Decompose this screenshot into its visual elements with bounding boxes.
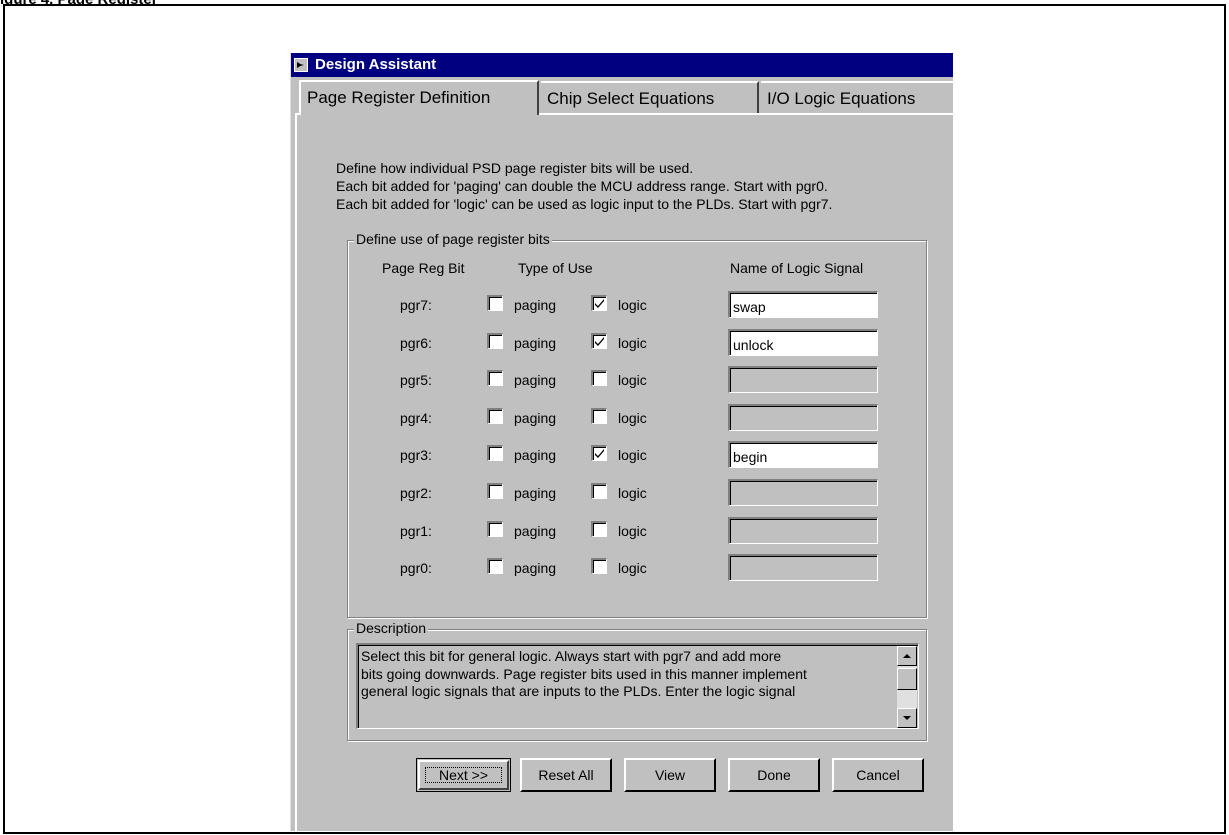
paging-checkbox[interactable] xyxy=(487,483,503,499)
cancel-button[interactable]: Cancel xyxy=(832,758,924,792)
paging-checkbox[interactable] xyxy=(487,370,503,387)
intro-text: Define how individual PSD page register … xyxy=(336,159,832,213)
bit-label: pgr7: xyxy=(400,297,432,313)
description-line: bits going downwards. Page register bits… xyxy=(361,665,807,682)
reset-all-button[interactable]: Reset All xyxy=(520,758,612,792)
next-button-face: Next >> xyxy=(418,760,509,790)
header-page-reg-bit: Page Reg Bit xyxy=(382,260,465,276)
logic-label: logic xyxy=(618,334,647,351)
logic-checkbox[interactable] xyxy=(591,295,607,311)
logic-signal-input[interactable] xyxy=(728,479,878,506)
intro-line: Each bit added for 'paging' can double t… xyxy=(336,178,828,194)
paging-label: paging xyxy=(514,522,557,539)
bit-label: pgr4: xyxy=(400,409,432,426)
paging-label: paging xyxy=(514,297,557,313)
description-textbox[interactable]: Select this bit for general logic. Alway… xyxy=(356,643,919,729)
bit-label: pgr5: xyxy=(400,372,432,389)
logic-signal-input[interactable]: swap xyxy=(728,291,878,318)
paging-label: paging xyxy=(514,485,557,501)
focus-ring xyxy=(425,767,502,783)
description-line: Select this bit for general logic. Alway… xyxy=(361,648,782,664)
bit-label: pgr2: xyxy=(400,485,432,501)
tab-page-register-definition[interactable]: Page Register Definition xyxy=(299,80,539,115)
logic-label: logic xyxy=(618,297,647,313)
intro-line: Each bit added for 'logic' can be used a… xyxy=(336,196,833,212)
header-name-of-logic-signal: Name of Logic Signal xyxy=(730,260,864,276)
bit-label: pgr3: xyxy=(400,447,432,464)
paging-checkbox[interactable] xyxy=(487,445,503,462)
next-button[interactable]: Next >> xyxy=(416,758,511,792)
page-register-row: pgr5: paging logic xyxy=(0,366,878,396)
paging-label: paging xyxy=(514,334,557,351)
logic-checkbox[interactable] xyxy=(591,370,607,387)
paging-label: paging xyxy=(514,409,557,426)
logic-checkbox[interactable] xyxy=(591,332,607,349)
group-legend: Description xyxy=(354,620,429,636)
logic-signal-input[interactable]: unlock xyxy=(728,328,878,356)
page-register-row: pgr7: paging logic swap xyxy=(0,291,878,321)
view-button[interactable]: View xyxy=(624,758,716,792)
logic-label: logic xyxy=(618,485,647,501)
logic-checkbox[interactable] xyxy=(591,483,607,499)
logic-checkbox[interactable] xyxy=(591,520,607,537)
page-register-row: pgr6: paging logic unlock xyxy=(0,328,878,359)
description-line: general logic signals that are inputs to… xyxy=(361,683,796,699)
logic-label: logic xyxy=(618,560,647,577)
page-register-row: pgr0: paging logic xyxy=(0,554,878,584)
page-register-row: pgr1: paging logic xyxy=(0,516,878,547)
paging-checkbox[interactable] xyxy=(487,332,503,349)
page-register-row: pgr4: paging logic xyxy=(0,403,878,434)
paging-checkbox[interactable] xyxy=(487,407,503,424)
logic-label: logic xyxy=(618,447,647,464)
bit-label: pgr0: xyxy=(400,560,432,577)
header-type-of-use: Type of Use xyxy=(518,260,593,276)
logic-signal-input[interactable]: begin xyxy=(728,441,878,469)
logic-label: logic xyxy=(618,409,647,426)
paging-checkbox[interactable] xyxy=(487,558,503,575)
description-text: Select this bit for general logic. Alway… xyxy=(361,648,893,701)
page-register-row: pgr3: paging logic begin xyxy=(0,441,878,471)
paging-checkbox[interactable] xyxy=(487,520,503,537)
scroll-down-arrow-icon[interactable] xyxy=(897,708,917,728)
scroll-thumb[interactable] xyxy=(897,668,917,690)
paging-label: paging xyxy=(514,372,557,389)
logic-checkbox[interactable] xyxy=(591,558,607,575)
paging-label: paging xyxy=(514,560,557,577)
logic-signal-input[interactable] xyxy=(728,554,878,582)
group-legend: Define use of page register bits xyxy=(354,231,552,247)
bit-label: pgr6: xyxy=(400,334,432,351)
logic-checkbox[interactable] xyxy=(591,407,607,424)
paging-label: paging xyxy=(514,447,557,464)
done-button[interactable]: Done xyxy=(728,758,820,792)
logic-signal-input[interactable] xyxy=(728,403,878,431)
logic-signal-input[interactable] xyxy=(728,516,878,544)
page-register-row: pgr2: paging logic xyxy=(0,479,878,509)
intro-line: Define how individual PSD page register … xyxy=(336,160,694,176)
description-scrollbar[interactable] xyxy=(897,646,917,728)
paging-checkbox[interactable] xyxy=(487,295,503,311)
logic-label: logic xyxy=(618,372,647,389)
bit-label: pgr1: xyxy=(400,522,432,539)
scroll-up-arrow-icon[interactable] xyxy=(897,646,917,666)
logic-label: logic xyxy=(618,522,647,539)
logic-signal-input[interactable] xyxy=(728,366,878,394)
logic-checkbox[interactable] xyxy=(591,445,607,462)
